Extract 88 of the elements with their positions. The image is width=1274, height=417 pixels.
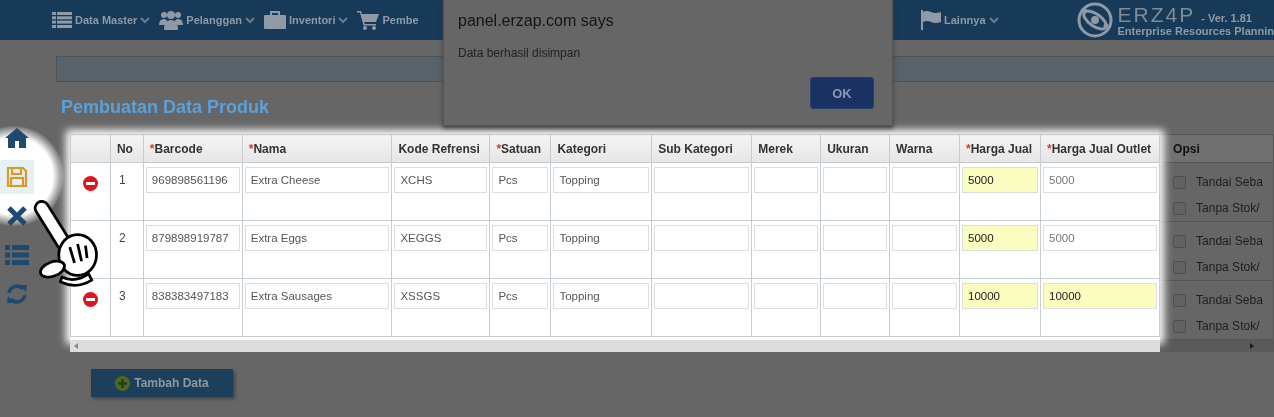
logo-icon xyxy=(1075,2,1114,38)
checkbox[interactable] xyxy=(1173,319,1187,333)
checkbox[interactable] xyxy=(1173,234,1187,248)
nav-menu-item[interactable]: Pembe xyxy=(357,10,419,30)
text-field[interactable] xyxy=(654,283,750,309)
text-field[interactable]: XCHS xyxy=(394,167,488,193)
remove-icon[interactable] xyxy=(82,292,98,307)
text-field[interactable]: 5000 xyxy=(962,167,1038,193)
close-icon xyxy=(7,206,27,226)
column-header: *Satuan xyxy=(489,134,551,163)
version-label: - Ver. 1.81 xyxy=(1201,12,1252,24)
text-field[interactable] xyxy=(754,167,819,193)
text-field[interactable]: Extra Sausages xyxy=(244,283,390,309)
text-field[interactable]: 5000 xyxy=(962,225,1038,251)
column-header: Warna xyxy=(889,134,960,163)
column-header: Kode Refrensi xyxy=(391,134,490,163)
text-field[interactable] xyxy=(892,283,958,309)
plus-icon xyxy=(115,375,131,391)
text-field[interactable]: Topping xyxy=(553,283,650,309)
dialog-message: Data berhasil disimpan xyxy=(458,46,582,60)
text-field[interactable]: 969898561196 xyxy=(145,167,240,193)
text-field[interactable] xyxy=(654,225,750,251)
checkbox-label: Tandai Seba xyxy=(1196,234,1263,248)
dialog-title: panel.erzap.com says xyxy=(458,12,615,30)
text-field[interactable] xyxy=(823,225,888,251)
list-icon xyxy=(52,12,72,28)
checkbox-label: Tanpa Stok/ xyxy=(1196,319,1260,333)
refresh-icon xyxy=(6,283,28,305)
text-field[interactable]: 5000 xyxy=(1043,225,1158,251)
text-field[interactable]: Pcs xyxy=(492,225,549,251)
text-field[interactable]: 879898919787 xyxy=(145,225,240,251)
text-field[interactable]: Topping xyxy=(553,225,650,251)
column-header: Sub Kategori xyxy=(651,134,752,163)
text-field[interactable]: XEGGS xyxy=(394,225,488,251)
column-header: *Barcode xyxy=(143,134,243,163)
text-field[interactable]: 10000 xyxy=(1043,283,1158,309)
row-number: 2 xyxy=(118,231,126,245)
text-field[interactable]: 10000 xyxy=(962,283,1038,309)
text-field[interactable]: XSSGS xyxy=(394,283,488,309)
nav-menu-item[interactable]: Inventori xyxy=(264,11,349,29)
checkbox[interactable] xyxy=(1173,293,1187,307)
text-field[interactable] xyxy=(892,225,958,251)
column-header: Ukuran xyxy=(820,134,890,163)
text-field[interactable] xyxy=(754,225,819,251)
column-header: Opsi xyxy=(1160,134,1274,163)
row-number: 1 xyxy=(118,173,126,187)
checkbox-label: Tanpa Stok/ xyxy=(1196,260,1260,274)
text-field[interactable] xyxy=(754,283,819,309)
text-field[interactable] xyxy=(654,167,750,193)
ok-button[interactable]: OK xyxy=(810,77,874,109)
checkbox-label: Tanpa Stok/ xyxy=(1196,201,1260,215)
column-header: Merek xyxy=(751,134,821,163)
text-field[interactable]: Topping xyxy=(553,167,650,193)
save-icon xyxy=(6,166,28,188)
text-field[interactable]: Extra Eggs xyxy=(244,225,390,251)
remove-icon[interactable] xyxy=(82,176,98,191)
home-icon xyxy=(5,128,29,148)
list-icon xyxy=(5,245,29,265)
checkbox[interactable] xyxy=(1173,260,1187,274)
cart-icon xyxy=(357,10,380,30)
text-field[interactable]: 5000 xyxy=(1043,167,1158,193)
column-header: *Harga Jual xyxy=(959,134,1041,163)
brand-logo: ERZ4P xyxy=(1117,3,1196,25)
checkbox-label: Tandai Seba xyxy=(1196,175,1263,189)
add-data-button[interactable]: Tambah Data xyxy=(90,369,233,397)
text-field[interactable] xyxy=(823,167,888,193)
checkbox[interactable] xyxy=(1173,201,1187,215)
nav-menu-item[interactable]: Lainnya xyxy=(921,10,999,30)
text-field[interactable]: Extra Cheese xyxy=(244,167,390,193)
brand-tagline: Enterprise Resources Plannin xyxy=(1117,25,1274,37)
nav-menu-item[interactable]: Data Master xyxy=(52,12,151,28)
text-field[interactable]: Pcs xyxy=(492,283,549,309)
nav-menu-item[interactable]: Pelanggan xyxy=(159,10,255,30)
checkbox[interactable] xyxy=(1173,175,1187,189)
column-header: Kategori xyxy=(550,134,652,163)
checkbox-label: Tandai Seba xyxy=(1196,293,1263,307)
text-field[interactable] xyxy=(823,283,888,309)
text-field[interactable]: 838383497183 xyxy=(145,283,240,309)
briefcase-icon xyxy=(264,11,286,29)
page-title: Pembuatan Data Produk xyxy=(61,96,270,118)
flag-icon xyxy=(921,10,941,30)
column-header: No xyxy=(110,134,144,163)
column-header: *Harga Jual Outlet xyxy=(1040,134,1160,163)
row-number: 3 xyxy=(118,289,126,303)
users-icon xyxy=(159,10,184,30)
text-field[interactable]: Pcs xyxy=(492,167,549,193)
column-header: *Nama xyxy=(242,134,392,163)
text-field[interactable] xyxy=(892,167,958,193)
